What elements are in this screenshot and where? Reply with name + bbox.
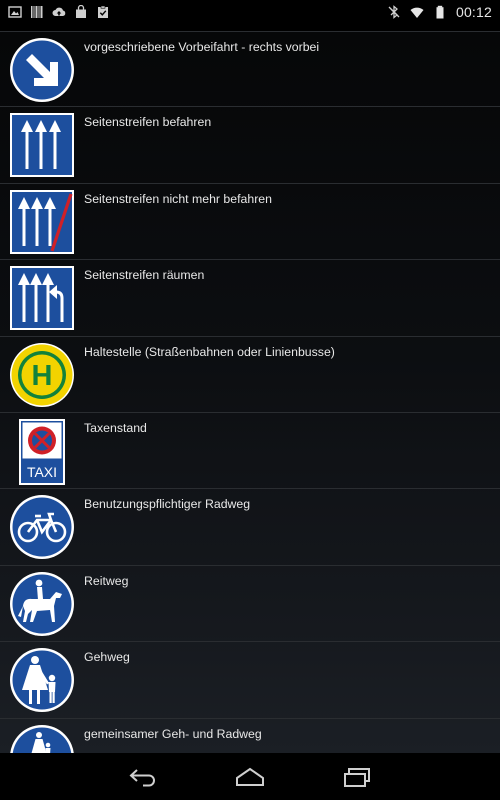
clear-hard-shoulder-sign-icon <box>10 266 74 331</box>
status-bar: 00:12 <box>0 0 500 24</box>
list-item[interactable]: vorgeschriebene Vorbeifahrt - rechts vor… <box>0 31 500 108</box>
list-item[interactable]: TAXI Taxenstand <box>0 413 500 490</box>
bicycle-path-sign-icon <box>10 495 74 560</box>
keep-right-sign-icon <box>10 38 74 102</box>
system-icons: 00:12 <box>387 4 500 20</box>
bluetooth-off-icon <box>388 5 400 19</box>
shopping-bag-icon <box>76 5 86 18</box>
notification-icons <box>0 5 110 19</box>
list-item[interactable]: Reitweg <box>0 566 500 643</box>
bus-stop-sign-letter: H <box>32 360 53 392</box>
taxi-sign-text: TAXI <box>27 464 57 480</box>
image-icon <box>8 6 22 18</box>
clipboard-check-icon <box>98 5 108 18</box>
list-item[interactable]: gemeinsamer Geh- und Radweg <box>0 719 500 753</box>
recent-apps-icon <box>344 767 370 787</box>
list-item[interactable]: H Haltestelle (Straßenbahnen oder Linien… <box>0 337 500 413</box>
list-item[interactable]: Gehweg <box>0 642 500 719</box>
list-item[interactable]: Seitenstreifen nicht mehr befahren <box>0 184 500 261</box>
list-item-label: gemeinsamer Geh- und Radweg <box>84 726 262 741</box>
use-hard-shoulder-sign-icon <box>10 113 74 178</box>
list-item-label: Reitweg <box>84 573 129 588</box>
status-time: 00:12 <box>455 4 492 20</box>
list-item-label: Seitenstreifen räumen <box>84 268 205 283</box>
shared-foot-cycle-path-sign-icon <box>10 724 74 753</box>
list-item[interactable]: Seitenstreifen räumen <box>0 260 500 337</box>
traffic-sign-list[interactable]: vorgeschriebene Vorbeifahrt - rechts vor… <box>0 31 500 753</box>
list-item[interactable]: Seitenstreifen befahren <box>0 107 500 184</box>
taxi-stand-sign-icon: TAXI <box>19 418 65 485</box>
barcode-icon <box>31 6 43 18</box>
cloud-upload-icon <box>52 7 66 16</box>
list-item-label: Benutzungspflichtiger Radweg <box>84 497 251 512</box>
list-item-label: Gehweg <box>84 650 130 665</box>
list-item-label: vorgeschriebene Vorbeifahrt - rechts vor… <box>84 40 320 54</box>
home-icon <box>236 767 264 786</box>
wifi-icon <box>410 7 424 18</box>
list-item-label: Seitenstreifen nicht mehr befahren <box>84 191 272 206</box>
list-item-label: Seitenstreifen befahren <box>84 115 212 130</box>
list-item-label: Taxenstand <box>84 420 147 435</box>
bridle-path-sign-icon <box>10 571 74 636</box>
battery-icon <box>436 5 444 19</box>
back-button[interactable] <box>122 763 166 791</box>
back-icon <box>129 768 155 786</box>
list-item-label: Haltestelle (Straßenbahnen oder Linienbu… <box>84 344 335 359</box>
footpath-sign-icon <box>10 648 74 713</box>
recent-apps-button[interactable] <box>334 763 378 791</box>
bus-stop-sign-icon: H <box>10 342 74 407</box>
list-item[interactable]: Benutzungspflichtiger Radweg <box>0 489 500 566</box>
navigation-bar <box>0 753 500 800</box>
home-button[interactable] <box>228 763 272 791</box>
end-hard-shoulder-sign-icon <box>10 189 74 254</box>
